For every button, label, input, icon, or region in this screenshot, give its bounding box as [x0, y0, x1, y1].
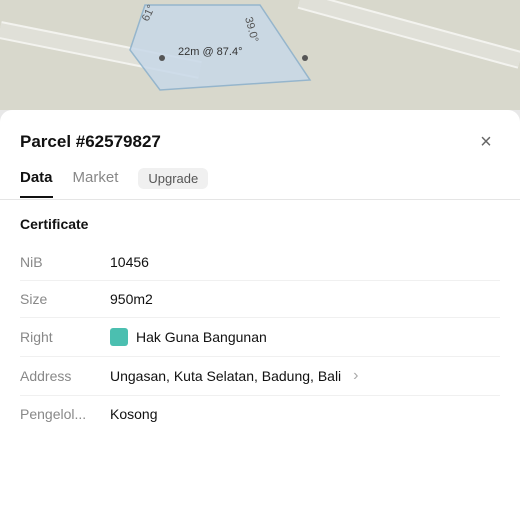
- nib-value: 10456: [110, 254, 500, 270]
- row-right: Right Hak Guna Bangunan: [20, 318, 500, 357]
- row-nib: NiB 10456: [20, 244, 500, 281]
- panel-title: Parcel #62579827: [20, 132, 161, 152]
- row-size: Size 950m2: [20, 281, 500, 318]
- nib-label: NiB: [20, 254, 110, 270]
- tab-market[interactable]: Market: [73, 169, 119, 198]
- right-color-dot: [110, 328, 128, 346]
- size-value: 950m2: [110, 291, 500, 307]
- right-label: Right: [20, 329, 110, 345]
- row-address[interactable]: Address Ungasan, Kuta Selatan, Badung, B…: [20, 357, 500, 396]
- tab-upgrade[interactable]: Upgrade: [138, 168, 208, 189]
- content-area: Certificate NiB 10456 Size 950m2 Right H…: [0, 200, 520, 448]
- svg-text:22m @ 87.4°: 22m @ 87.4°: [178, 46, 243, 58]
- panel-header: Parcel #62579827 ×: [0, 110, 520, 168]
- address-label: Address: [20, 368, 110, 384]
- map-area: 61° 39.0° 22m @ 87.4°: [0, 0, 520, 110]
- tabs-bar: Data Market Upgrade: [0, 168, 520, 200]
- panel: Parcel #62579827 × Data Market Upgrade C…: [0, 110, 520, 520]
- pengelol-label: Pengelol...: [20, 406, 110, 422]
- pengelol-value: Kosong: [110, 406, 500, 422]
- section-label: Certificate: [20, 216, 500, 232]
- tab-data[interactable]: Data: [20, 169, 53, 198]
- size-label: Size: [20, 291, 110, 307]
- address-value: Ungasan, Kuta Selatan, Badung, Bali ›: [110, 367, 500, 385]
- address-chevron-icon[interactable]: ›: [353, 367, 358, 385]
- close-button[interactable]: ×: [472, 128, 500, 156]
- row-pengelol: Pengelol... Kosong: [20, 396, 500, 432]
- right-value: Hak Guna Bangunan: [110, 328, 500, 346]
